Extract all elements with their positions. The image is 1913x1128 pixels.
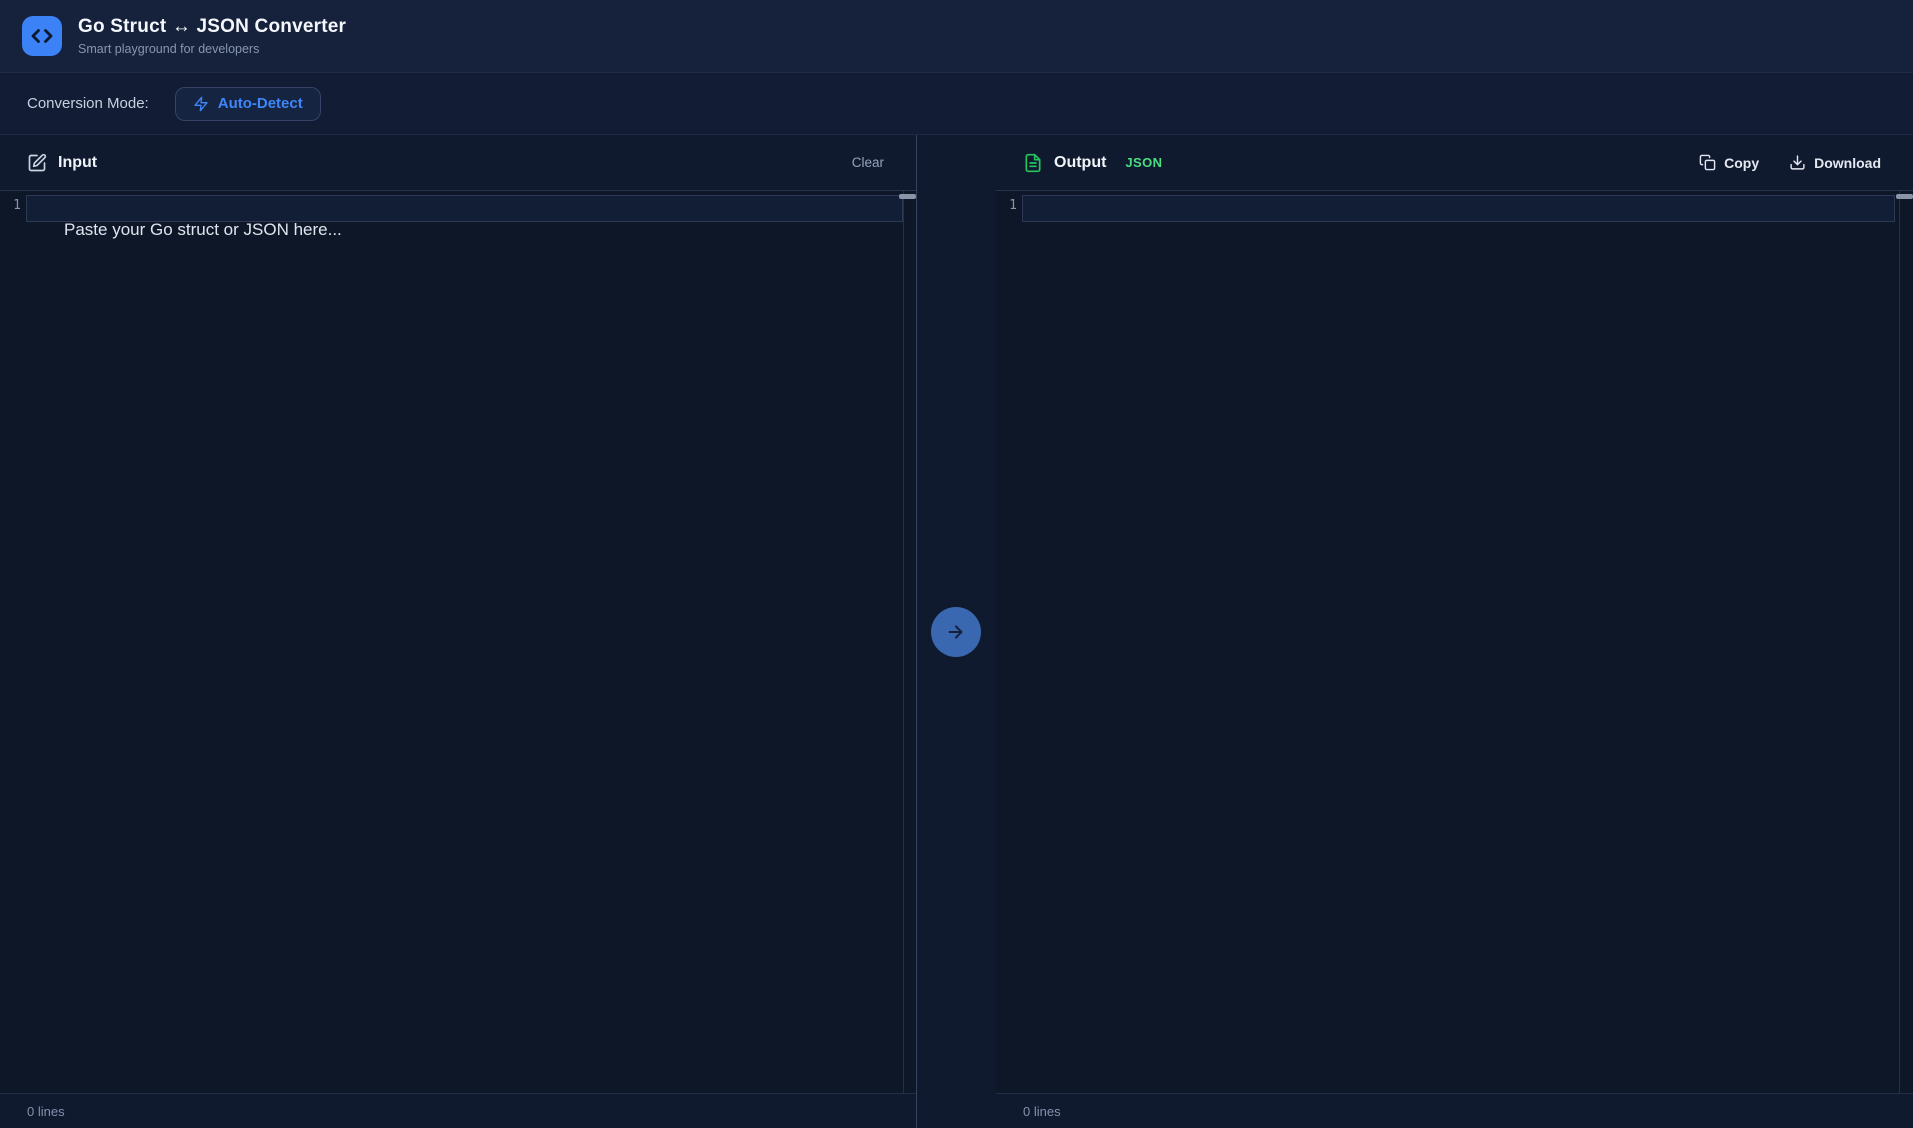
input-line-count: 0 lines bbox=[27, 1103, 65, 1119]
output-panel-header: Output JSON Copy Download bbox=[996, 135, 1913, 190]
output-format-badge: JSON bbox=[1125, 155, 1163, 170]
file-text-icon bbox=[1023, 153, 1043, 173]
convert-button[interactable] bbox=[931, 607, 981, 657]
conversion-mode-label: Conversion Mode: bbox=[27, 95, 149, 112]
output-panel-title: Output bbox=[1054, 153, 1107, 171]
input-scrollbar-thumb[interactable] bbox=[899, 194, 916, 199]
edit-icon bbox=[27, 153, 47, 173]
panel-divider bbox=[916, 135, 917, 1128]
input-editor: 1 bbox=[0, 190, 916, 1093]
app-header: Go Struct ↔ JSON Converter Smart playgro… bbox=[0, 0, 1913, 73]
zap-icon bbox=[193, 96, 209, 112]
input-panel-header: Input Clear bbox=[0, 135, 916, 190]
clear-button[interactable]: Clear bbox=[852, 155, 884, 170]
input-panel-title: Input bbox=[58, 153, 98, 171]
output-statusbar: 0 lines bbox=[996, 1093, 1913, 1128]
input-statusbar: 0 lines bbox=[0, 1093, 916, 1128]
title-block: Go Struct ↔ JSON Converter Smart playgro… bbox=[78, 16, 346, 56]
input-line-number: 1 bbox=[13, 198, 21, 213]
page-subtitle: Smart playground for developers bbox=[78, 42, 260, 56]
auto-detect-label: Auto-Detect bbox=[217, 95, 303, 112]
copy-button[interactable]: Copy bbox=[1699, 154, 1759, 171]
download-label: Download bbox=[1814, 154, 1881, 171]
auto-detect-button[interactable]: Auto-Detect bbox=[174, 86, 321, 121]
page-title: Go Struct ↔ JSON Converter bbox=[78, 16, 347, 37]
output-line-number: 1 bbox=[1009, 198, 1017, 213]
conversion-mode-bar: Conversion Mode: Auto-Detect bbox=[0, 73, 1913, 135]
copy-label: Copy bbox=[1724, 154, 1760, 171]
output-textarea[interactable] bbox=[1022, 191, 1900, 1093]
copy-icon bbox=[1699, 154, 1716, 171]
input-scrollbar-track bbox=[903, 191, 904, 1093]
output-panel: Output JSON Copy Download 1 0 lines bbox=[996, 135, 1913, 1128]
output-line-count: 0 lines bbox=[1023, 1103, 1061, 1119]
app-logo bbox=[22, 16, 62, 56]
output-scrollbar-thumb[interactable] bbox=[1896, 194, 1913, 199]
output-scrollbar-track bbox=[1899, 191, 1900, 1093]
download-icon bbox=[1789, 154, 1806, 171]
download-button[interactable]: Download bbox=[1789, 154, 1881, 171]
output-editor: 1 bbox=[996, 190, 1913, 1093]
code-icon bbox=[30, 24, 54, 48]
app: Go Struct ↔ JSON Converter Smart playgro… bbox=[0, 0, 1913, 1128]
input-textarea[interactable] bbox=[26, 191, 903, 1093]
arrow-right-icon bbox=[945, 621, 967, 643]
input-panel: Input Clear 1 0 lines bbox=[0, 135, 916, 1128]
